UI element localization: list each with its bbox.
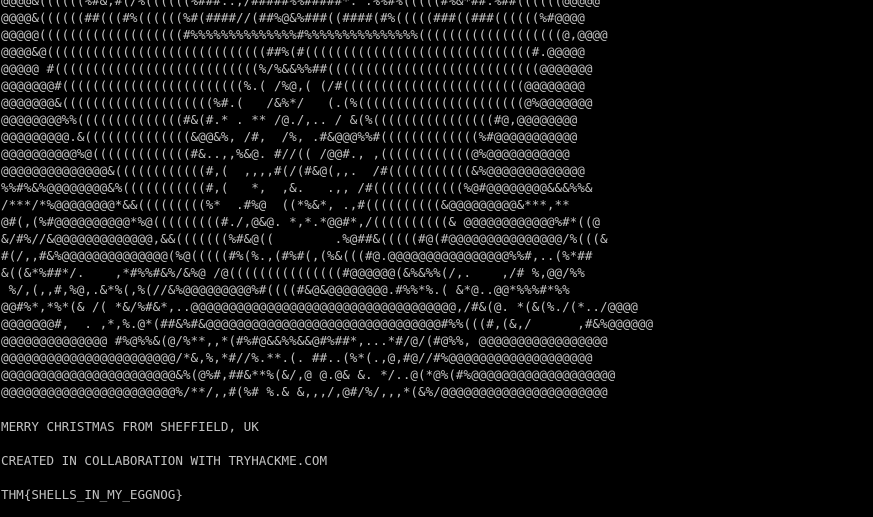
ascii-art-line: @@@@@@@@@.&((((((((((((((&@@&%, /#, /%, … bbox=[1, 129, 578, 144]
ascii-art-line: /***/*%@@@@@@@@*&&(((((((((%* .#%@ ((*%&… bbox=[1, 197, 570, 212]
ascii-art-line: @@@@&((((((%#&,#(/%((((((%###..,/#####%%… bbox=[1, 0, 600, 8]
ascii-art-line: @@@@@@@@@@@@@@&((((((((((((#,( ,,,,#(/(#… bbox=[1, 163, 585, 178]
ascii-art-line: @@@@@@@#((((((((((((((((((((((((%.( /%@,… bbox=[1, 78, 585, 93]
greeting-text: MERRY CHRISTMAS FROM SHEFFIELD, UK bbox=[1, 419, 259, 434]
ascii-art-line: &/#%//&@@@@@@@@@@@@@,&&(((((((%#&@(( .%@… bbox=[1, 231, 608, 246]
terminal-window[interactable]: @@@@&((((((%#&,#(/%((((((%###..,/#####%%… bbox=[0, 0, 873, 517]
ascii-art-line: @@@@@@@@%%((((((((((((((#&(#.* . ** /@./… bbox=[1, 112, 578, 127]
flag-text: THM{SHELLS_IN_MY_EGGNOG} bbox=[1, 487, 183, 502]
ascii-art-line: @#(,(%#@@@@@@@@@@*%@(((((((((#./,@&@. *,… bbox=[1, 214, 600, 229]
ascii-art: @@@@&((((((%#&,#(/%((((((%###..,/#####%%… bbox=[1, 0, 653, 400]
ascii-art-line: @@@@@@@@@@@@@@@@@@@@@@@&%(@%#,##&**%(&/,… bbox=[1, 367, 616, 382]
ascii-art-line: %%#%&%@@@@@@@@&%(((((((((((#,( *, ,&. .,… bbox=[1, 180, 593, 195]
ascii-art-line: @@@@@@@@@@@@@@@@@@@@@@@/*&,%,*#//%.**.(.… bbox=[1, 350, 593, 365]
ascii-art-line: @@@@&@(((((((((((((((((((((((((((((##%(#… bbox=[1, 44, 585, 59]
ascii-art-line: @@@@@@@@@@@@@@@@@@@@@@@%/**/,,#(%# %.& &… bbox=[1, 384, 608, 399]
ascii-art-line: @@@@@@@&((((((((((((((((((((%#.( /&%*/ (… bbox=[1, 95, 593, 110]
ascii-art-line: %/,(,,#,%@,.&*%(,%(//&%@@@@@@@@@%#((((#&… bbox=[1, 282, 570, 297]
ascii-art-line: @@@@@@@@@@@@@@ #%@%%&(@/%**,,*(#%#@&&%%&… bbox=[1, 333, 608, 348]
ascii-art-line: @@@@@@@#, . ,*,%.@*(##&%#&@@@@@@@@@@@@@@… bbox=[1, 316, 654, 331]
credit-text: CREATED IN COLLABORATION WITH TRYHACKME.… bbox=[1, 453, 328, 468]
ascii-art-line: @@@@@(((((((((((((((((((#%%%%%%%%%%%%%%#… bbox=[1, 27, 608, 42]
ascii-art-line: &((&*%##*/. ,*#%%#&%/&%@ /@(((((((((((((… bbox=[1, 265, 585, 280]
ascii-art-line: @@@@@ #(((((((((((((((((((((((((((%/%&&%… bbox=[1, 61, 593, 76]
ascii-art-line: @@@@&((((((##(((#%((((((%#(####//(##%@&%… bbox=[1, 10, 585, 25]
ascii-art-line: #(/,,#&%@@@@@@@@@@@@@@(%@(((((#%(%.,(#%#… bbox=[1, 248, 593, 263]
ascii-art-line: @@#%*,*%*(& /( *&/%#&*,..@@@@@@@@@@@@@@@… bbox=[1, 299, 638, 314]
ascii-art-line: @@@@@@@@@@%@(((((((((((((#&..,,%&@. #//(… bbox=[1, 146, 570, 161]
